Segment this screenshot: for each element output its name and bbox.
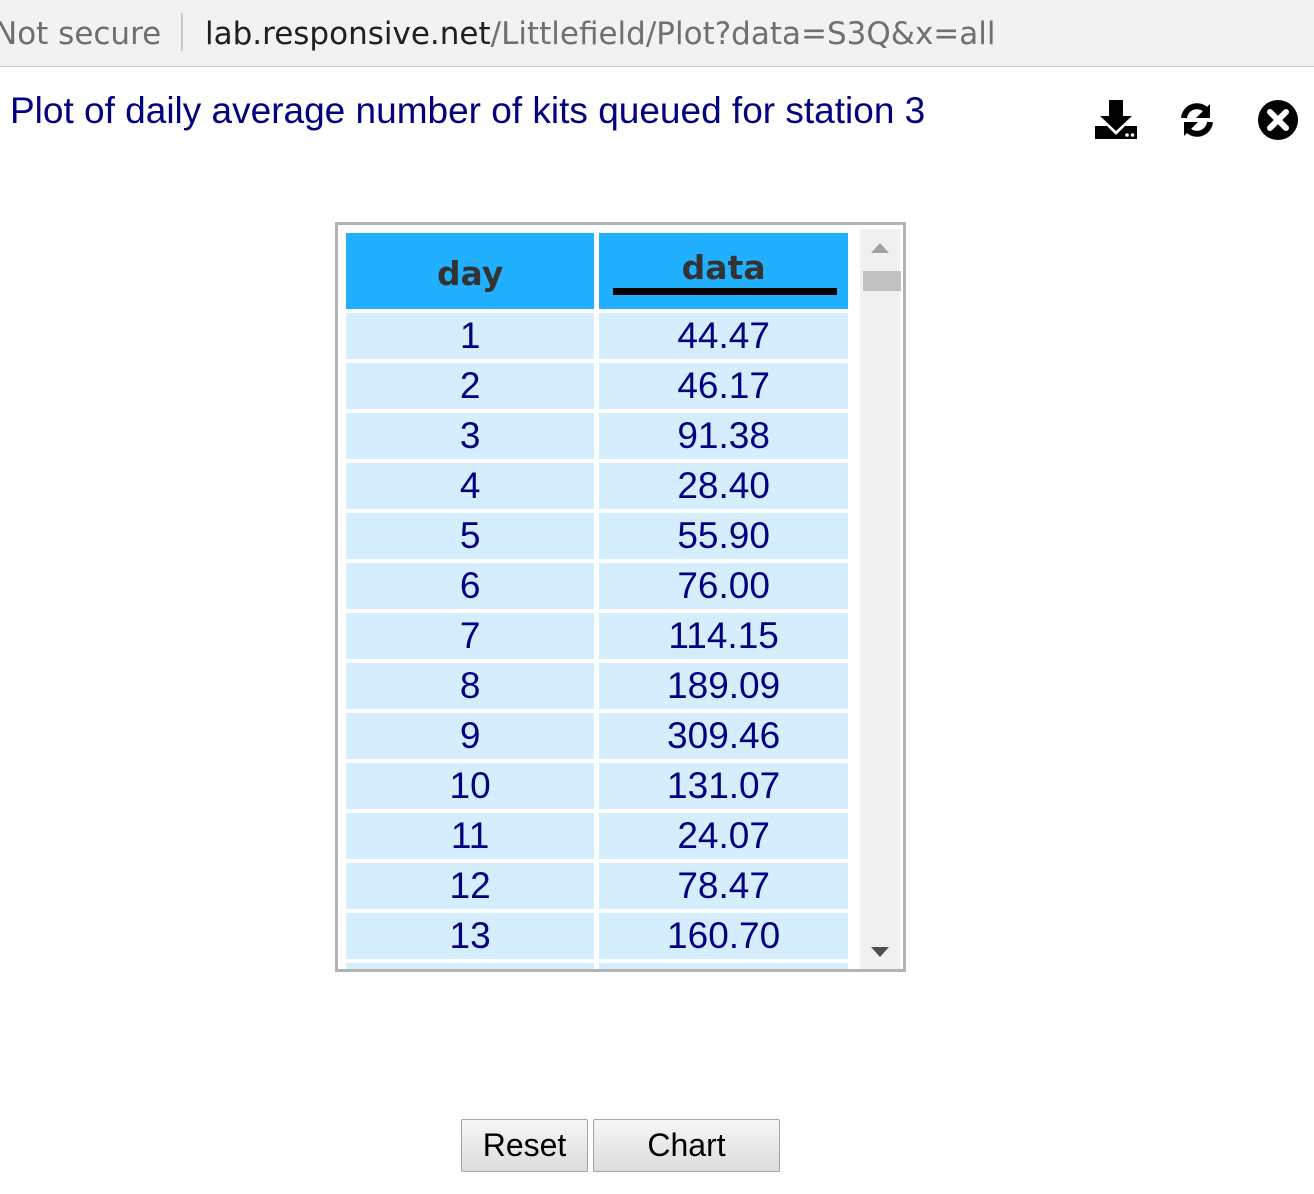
cell-data: 28.40 — [599, 463, 848, 509]
sort-indicator — [613, 288, 837, 295]
address-bar: Not secure lab.responsive.net/Littlefiel… — [0, 0, 1314, 67]
scroll-thumb[interactable] — [863, 271, 901, 291]
table-row: 9 309.46 — [346, 713, 848, 759]
table-row: 11 24.07 — [346, 813, 848, 859]
scroll-up-button[interactable] — [860, 233, 900, 263]
cell-day: 2 — [346, 363, 595, 409]
close-button[interactable] — [1254, 96, 1302, 144]
table-scrollbar[interactable] — [860, 229, 901, 969]
data-table-viewport[interactable]: day data 1 44.47 2 46.17 3 91.38 4 28.40 5 55… — [346, 233, 858, 969]
cell-day: 4 — [346, 463, 595, 509]
table-header-row: day data — [346, 233, 848, 309]
cell-day: 1 — [346, 313, 595, 359]
cell-day: 5 — [346, 513, 595, 559]
cell-day: 6 — [346, 563, 595, 609]
cell-day: 9 — [346, 713, 595, 759]
table-row: 1 44.47 — [346, 313, 848, 359]
cell-data: 114.15 — [599, 613, 848, 659]
cell-data: 55.90 — [599, 513, 848, 559]
cell-data: 78.47 — [599, 863, 848, 909]
close-icon — [1258, 100, 1298, 140]
url-host: lab.responsive.net — [205, 16, 491, 52]
table-row: 8 189.09 — [346, 663, 848, 709]
cell-day: 10 — [346, 763, 595, 809]
download-button[interactable] — [1092, 96, 1140, 144]
table-row: 12 78.47 — [346, 863, 848, 909]
security-indicator[interactable]: Not secure — [0, 12, 161, 56]
data-table: day data 1 44.47 2 46.17 3 91.38 4 28.40 5 55… — [346, 233, 853, 969]
cell-data: 24.07 — [599, 813, 848, 859]
cell-day: 7 — [346, 613, 595, 659]
cell-day: 12 — [346, 863, 595, 909]
download-icon — [1095, 100, 1137, 139]
table-row — [346, 963, 848, 969]
cell-day: 3 — [346, 413, 595, 459]
cell-data: 189.09 — [599, 663, 848, 709]
cell-day — [346, 963, 595, 969]
refresh-icon — [1181, 103, 1213, 137]
cell-data: 309.46 — [599, 713, 848, 759]
cell-data: 131.07 — [599, 763, 848, 809]
column-header-day[interactable]: day — [346, 233, 595, 309]
table-row: 5 55.90 — [346, 513, 848, 559]
table-row: 10 131.07 — [346, 763, 848, 809]
scroll-down-button[interactable] — [860, 937, 900, 967]
triangle-down-icon — [871, 947, 889, 957]
url-field[interactable]: lab.responsive.net/Littlefield/Plot?data… — [205, 12, 996, 56]
table-row: 4 28.40 — [346, 463, 848, 509]
page-title: Plot of daily average number of kits que… — [10, 90, 926, 131]
address-bar-divider — [181, 13, 183, 51]
cell-day: 8 — [346, 663, 595, 709]
cell-data: 44.47 — [599, 313, 848, 359]
chart-button[interactable]: Chart — [593, 1119, 780, 1172]
cell-data: 76.00 — [599, 563, 848, 609]
cell-data: 160.70 — [599, 913, 848, 959]
table-row: 7 114.15 — [346, 613, 848, 659]
table-row: 6 76.00 — [346, 563, 848, 609]
cell-data — [599, 963, 848, 969]
cell-day: 13 — [346, 913, 595, 959]
table-row: 3 91.38 — [346, 413, 848, 459]
table-row: 13 160.70 — [346, 913, 848, 959]
reset-button[interactable]: Reset — [461, 1119, 588, 1172]
table-row: 2 46.17 — [346, 363, 848, 409]
cell-data: 46.17 — [599, 363, 848, 409]
cell-day: 11 — [346, 813, 595, 859]
data-table-frame: day data 1 44.47 2 46.17 3 91.38 4 28.40 5 55… — [335, 222, 906, 972]
url-path: /Littlefield/Plot?data=S3Q&x=all — [490, 16, 996, 52]
triangle-up-icon — [871, 243, 889, 253]
cell-data: 91.38 — [599, 413, 848, 459]
refresh-button[interactable] — [1173, 96, 1221, 144]
column-header-data[interactable]: data — [599, 233, 848, 309]
